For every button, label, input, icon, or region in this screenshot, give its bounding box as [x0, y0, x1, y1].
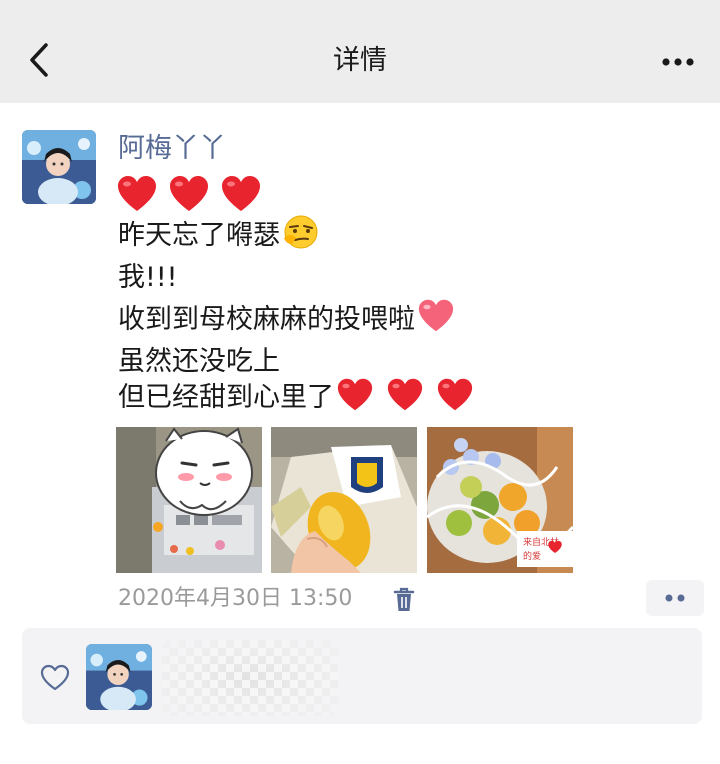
heart-emoji-icon — [387, 378, 423, 411]
post-text: 昨天忘了嘚瑟 — [118, 220, 280, 251]
heart-emoji-icon — [222, 176, 260, 211]
author-avatar[interactable] — [22, 130, 96, 204]
post-text: 收到到母校麻麻的投喂啦 — [118, 304, 415, 335]
post-text: 我!!! — [118, 262, 178, 293]
delete-button[interactable] — [392, 586, 416, 614]
post-text-line: 但已经甜到心里了 — [118, 376, 474, 420]
heart-emoji-icon — [437, 378, 473, 411]
liker-avatar[interactable] — [86, 644, 152, 710]
post-timestamp: 2020年4月30日 13:50 — [118, 586, 353, 611]
heart-emoji-icon — [337, 378, 373, 411]
post-text: 但已经甜到心里了 — [118, 382, 334, 413]
heart-emoji-icon — [118, 176, 156, 211]
two-dots-icon — [665, 594, 685, 602]
pink-heart-emoji-icon — [418, 299, 454, 332]
trash-icon — [393, 587, 415, 611]
photo-sticker[interactable] — [116, 427, 262, 573]
more-button[interactable] — [656, 48, 700, 76]
comment-options-button[interactable] — [646, 580, 704, 616]
post-text-line: 收到到母校麻麻的投喂啦 — [118, 298, 455, 342]
photo-mango-hand[interactable] — [271, 427, 417, 573]
more-dots-icon — [662, 58, 694, 66]
post-text-line: 我!!! — [118, 256, 177, 300]
photo-caption-line2: 的爱 — [523, 550, 541, 562]
post-text: 虽然还没吃上 — [118, 346, 280, 377]
heart-outline-icon — [40, 664, 70, 691]
post-text-line: 昨天忘了嘚瑟 — [118, 214, 320, 258]
top-bar: 详情 — [0, 0, 720, 103]
likes-panel — [22, 628, 702, 724]
smirk-emoji-icon — [284, 215, 318, 249]
photo-mango-box[interactable]: 来自北林 的爱 — [427, 427, 573, 573]
heart-emoji-icon — [170, 176, 208, 211]
redacted-area — [162, 640, 338, 716]
author-name[interactable]: 阿梅丫丫 — [118, 130, 226, 168]
page-title: 详情 — [333, 45, 387, 76]
